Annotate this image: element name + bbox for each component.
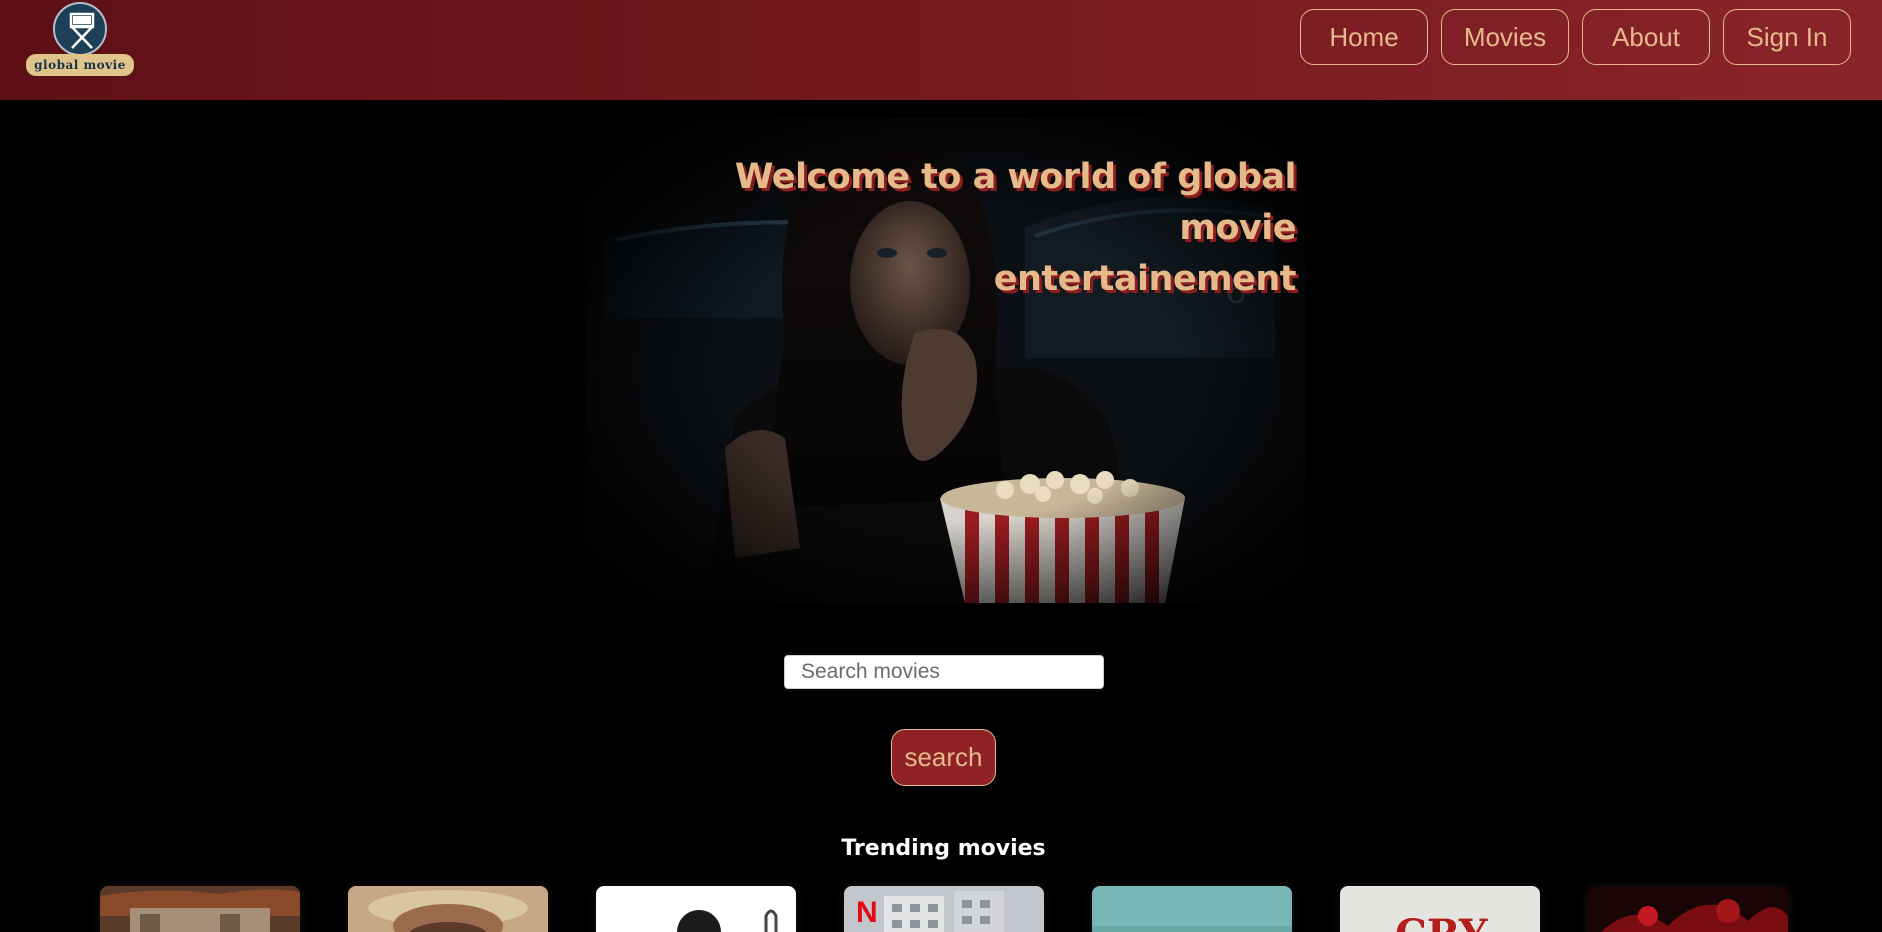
nav-home-button[interactable]: Home — [1300, 9, 1428, 65]
welcome-headline-line2: entertainement — [993, 259, 1297, 299]
welcome-headline-line1: Welcome to a world of global movie — [734, 157, 1297, 248]
welcome-headline: Welcome to a world of global movie enter… — [640, 152, 1297, 305]
trending-movie-poster-1[interactable] — [100, 886, 300, 932]
logo-text: global movie — [26, 54, 134, 76]
trending-movie-poster-3[interactable] — [596, 886, 796, 932]
top-navbar: global movie Home Movies About Sign In — [0, 0, 1882, 100]
trending-movie-poster-5[interactable] — [1092, 886, 1292, 932]
trending-movie-poster-2[interactable] — [348, 886, 548, 932]
trending-movies-heading: Trending movies — [841, 836, 1046, 861]
svg-text:CRY: CRY — [1395, 911, 1488, 932]
poster-thumbnail-icon — [1588, 886, 1788, 932]
search-button[interactable]: search — [891, 729, 996, 786]
search-movies-input[interactable] — [784, 655, 1104, 689]
poster-thumbnail-icon — [1092, 886, 1292, 932]
trending-movie-poster-7[interactable] — [1588, 886, 1788, 932]
site-logo[interactable]: global movie — [26, 2, 134, 76]
poster-thumbnail-icon — [100, 886, 300, 932]
trending-movie-poster-6[interactable]: CRY — [1340, 886, 1540, 932]
poster-thumbnail-icon — [348, 886, 548, 932]
nav-about-button[interactable]: About — [1582, 9, 1710, 65]
nav-movies-button[interactable]: Movies — [1441, 9, 1569, 65]
nav-signin-button[interactable]: Sign In — [1723, 9, 1851, 65]
svg-text:N: N — [856, 896, 878, 929]
poster-thumbnail-icon: CRY — [1340, 886, 1540, 932]
poster-thumbnail-icon: N — [844, 886, 1044, 932]
director-chair-icon — [53, 2, 107, 56]
poster-thumbnail-icon — [596, 886, 796, 932]
trending-movie-poster-4[interactable]: N — [844, 886, 1044, 932]
